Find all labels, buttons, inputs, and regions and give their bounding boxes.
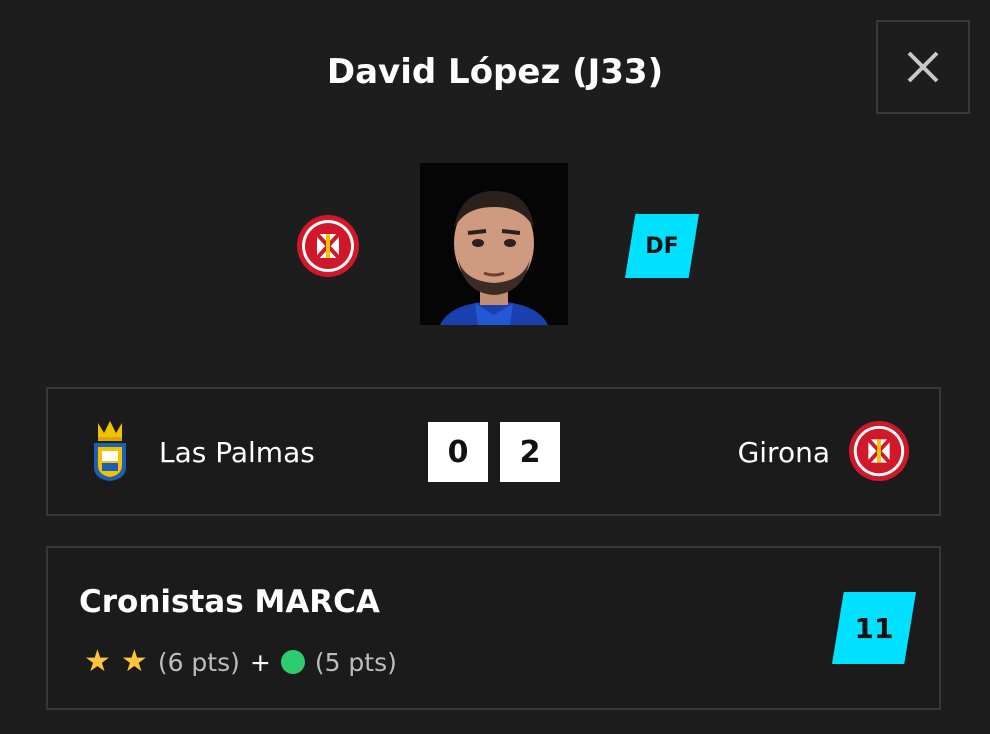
las-palmas-crest-icon bbox=[90, 419, 130, 483]
away-score: 2 bbox=[500, 422, 560, 482]
plus-sign: + bbox=[249, 647, 271, 677]
page-title: David López (J33) bbox=[326, 52, 664, 92]
girona-crest-icon bbox=[296, 214, 360, 278]
home-team-name: Las Palmas bbox=[159, 436, 315, 469]
extra-points: (5 pts) bbox=[314, 647, 397, 677]
away-team-name: Girona bbox=[737, 436, 830, 469]
match-card[interactable]: Las Palmas 0 2 Girona bbox=[46, 387, 941, 516]
green-dot-icon bbox=[280, 650, 305, 674]
player-photo bbox=[420, 163, 568, 325]
home-score: 0 bbox=[428, 422, 488, 482]
star-icon: ★ bbox=[120, 644, 148, 679]
close-icon bbox=[907, 51, 939, 83]
stars-points: (6 pts) bbox=[157, 647, 240, 677]
rating-source: Cronistas MARCA bbox=[79, 584, 380, 620]
close-button[interactable] bbox=[876, 20, 970, 114]
total-points-badge: 11 bbox=[832, 592, 916, 664]
rating-breakdown: ★ ★ (6 pts) + (5 pts) bbox=[84, 644, 397, 680]
rating-card: Cronistas MARCA ★ ★ (6 pts) + (5 pts) 11 bbox=[46, 546, 941, 710]
girona-crest-icon bbox=[848, 420, 912, 484]
star-icon: ★ bbox=[84, 644, 111, 679]
position-badge: DF bbox=[625, 214, 699, 278]
